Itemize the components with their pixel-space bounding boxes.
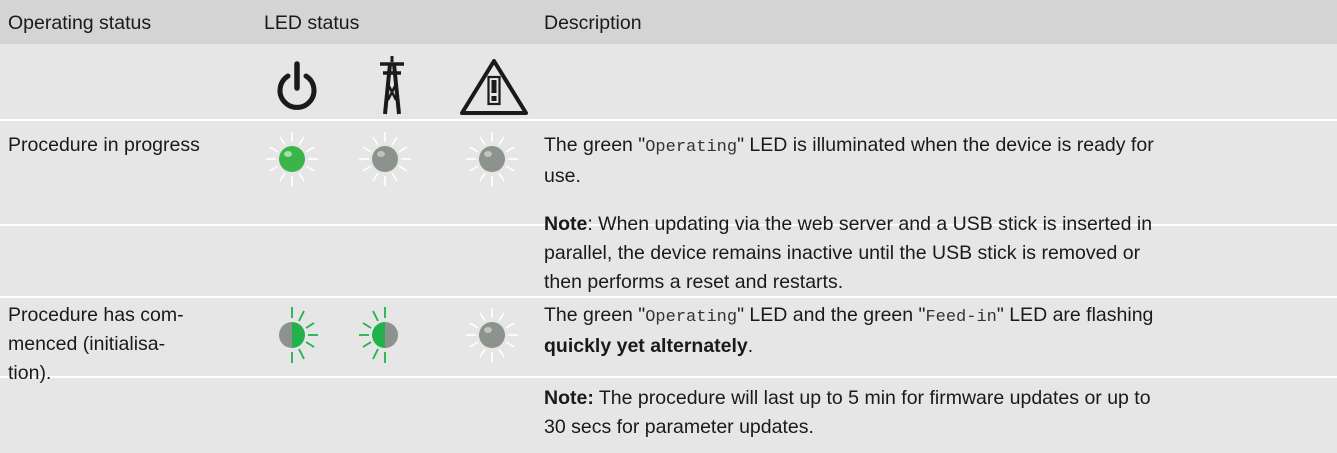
header-operating-status: Operating status [8,12,152,34]
grey-led-glow-icon [466,308,518,362]
header-description: Description [544,12,642,34]
pylon-icon [380,56,404,115]
row-note: Note: When updating via the web server a… [544,213,1153,293]
status-text: Procedure has com- menced (initialisa- t… [8,304,184,384]
flashing-green-led-icon [279,307,318,363]
green-led-glow-icon [266,132,318,186]
header-led-status: LED status [264,12,360,34]
row-description: The green "Operating" LED is illuminated… [544,134,1154,187]
warning-icon [460,59,528,115]
grey-led-glow-icon [359,132,411,186]
power-icon [277,61,317,110]
row-note: Note: The procedure will last up to 5 mi… [544,387,1151,438]
row-description: The green "Operating" LED and the green … [544,304,1154,357]
status-text: Procedure in progress [8,134,200,156]
table-header: Operating status LED status Description [0,0,1337,44]
grey-led-glow-icon [466,132,518,186]
flashing-green-led-icon [359,307,398,363]
icon-row [0,44,1337,119]
